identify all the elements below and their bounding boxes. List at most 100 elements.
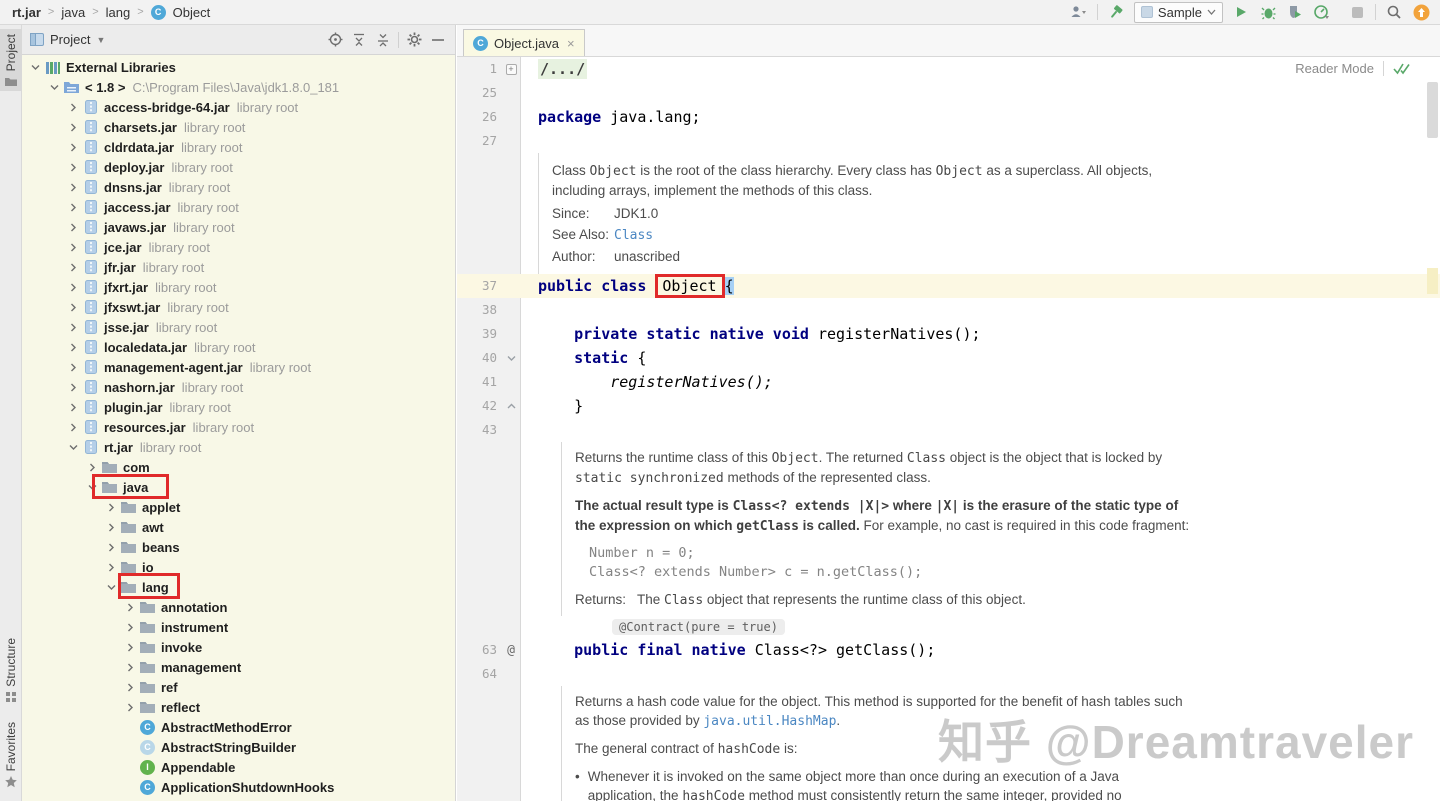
tree-item-jfxswt.jar[interactable]: jfxswt.jarlibrary root [22, 297, 455, 317]
code-line-40[interactable]: 40 static { [457, 346, 1440, 370]
tree-item-abstractmethoderror[interactable]: CAbstractMethodError [22, 717, 455, 737]
tree-toggle[interactable] [64, 362, 82, 373]
profiler-icon[interactable] [1313, 3, 1339, 21]
chevron-right-icon[interactable] [106, 502, 117, 513]
chevron-right-icon[interactable] [68, 162, 79, 173]
chevron-right-icon[interactable] [68, 202, 79, 213]
tree-toggle[interactable] [64, 182, 82, 193]
tree-item-management[interactable]: management [22, 657, 455, 677]
chevron-right-icon[interactable] [125, 702, 136, 713]
tree-toggle[interactable] [121, 622, 139, 633]
tree-item-lang[interactable]: lang [22, 577, 455, 597]
update-icon[interactable] [1412, 3, 1430, 21]
chevron-right-icon[interactable] [106, 562, 117, 573]
search-everywhere-icon[interactable] [1385, 3, 1403, 21]
chevron-down-icon[interactable]: ▼ [96, 35, 105, 45]
tree-item-abstractstringbuilder[interactable]: CAbstractStringBuilder [22, 737, 455, 757]
tree-item-io[interactable]: io [22, 557, 455, 577]
tree-item-deploy.jar[interactable]: deploy.jarlibrary root [22, 157, 455, 177]
tree-toggle[interactable] [64, 342, 82, 353]
tree-item-jsse.jar[interactable]: jsse.jarlibrary root [22, 317, 455, 337]
tree-item-localedata.jar[interactable]: localedata.jarlibrary root [22, 337, 455, 357]
tree-toggle[interactable] [64, 222, 82, 233]
tree-item-nashorn.jar[interactable]: nashorn.jarlibrary root [22, 377, 455, 397]
scrollbar-thumb[interactable] [1427, 82, 1438, 138]
chevron-right-icon[interactable] [125, 642, 136, 653]
tree-toggle[interactable] [64, 442, 82, 453]
external-annotation-icon[interactable]: @ [502, 638, 520, 662]
fold-close-icon[interactable] [502, 394, 520, 418]
build-hammer-icon[interactable] [1107, 3, 1125, 21]
user-menu-icon[interactable] [1070, 3, 1088, 21]
tool-window-structure-tab[interactable]: Structure [0, 633, 22, 708]
breadcrumb-item-java[interactable]: java [61, 5, 85, 20]
tree-toggle[interactable] [64, 202, 82, 213]
inspections-ok-icon[interactable] [1393, 62, 1410, 75]
chevron-right-icon[interactable] [87, 462, 98, 473]
chevron-right-icon[interactable] [68, 102, 79, 113]
tree-toggle[interactable] [102, 562, 120, 573]
tree-item-external-libraries[interactable]: External Libraries [22, 57, 455, 77]
expand-all-icon[interactable] [350, 31, 368, 49]
tree-item-access-bridge-64.jar[interactable]: access-bridge-64.jarlibrary root [22, 97, 455, 117]
tree-toggle[interactable] [26, 62, 44, 73]
code-line-25[interactable]: 25 [457, 81, 1440, 105]
tree-item-instrument[interactable]: instrument [22, 617, 455, 637]
tree-item-resources.jar[interactable]: resources.jarlibrary root [22, 417, 455, 437]
hide-panel-icon[interactable] [429, 31, 447, 49]
chevron-right-icon[interactable] [68, 342, 79, 353]
locate-file-icon[interactable] [326, 31, 344, 49]
tree-toggle[interactable] [64, 422, 82, 433]
tree-toggle[interactable] [102, 542, 120, 553]
tree-item-cldrdata.jar[interactable]: cldrdata.jarlibrary root [22, 137, 455, 157]
tree-toggle[interactable] [64, 322, 82, 333]
tree-item-management-agent.jar[interactable]: management-agent.jarlibrary root [22, 357, 455, 377]
tree-item-jfxrt.jar[interactable]: jfxrt.jarlibrary root [22, 277, 455, 297]
tree-toggle[interactable] [102, 522, 120, 533]
fold-expand-icon[interactable]: + [502, 57, 520, 81]
chevron-down-icon[interactable] [87, 482, 98, 493]
run-icon[interactable] [1232, 3, 1250, 21]
code-line-26[interactable]: 26package java.lang; [457, 105, 1440, 129]
code-line-63[interactable]: 63@ public final native Class<?> getClas… [457, 638, 1440, 662]
tree-toggle[interactable] [64, 282, 82, 293]
code-line-37[interactable]: 37public class Object{ [457, 274, 1440, 298]
fold-open-icon[interactable] [502, 346, 520, 370]
chevron-right-icon[interactable] [68, 302, 79, 313]
tree-toggle[interactable] [64, 302, 82, 313]
chevron-right-icon[interactable] [68, 422, 79, 433]
run-with-coverage-icon[interactable] [1286, 3, 1304, 21]
tree-item-javaws.jar[interactable]: javaws.jarlibrary root [22, 217, 455, 237]
run-configuration-select[interactable]: Sample [1134, 2, 1223, 23]
code-line-1[interactable]: 1+/.../ [457, 57, 1440, 81]
tree-toggle[interactable] [102, 502, 120, 513]
tree-toggle[interactable] [121, 682, 139, 693]
collapse-all-icon[interactable] [374, 31, 392, 49]
tree-item-beans[interactable]: beans [22, 537, 455, 557]
code-line-43[interactable]: 43 [457, 418, 1440, 442]
settings-gear-icon[interactable] [405, 31, 423, 49]
tree-item-jaccess.jar[interactable]: jaccess.jarlibrary root [22, 197, 455, 217]
tree-item-invoke[interactable]: invoke [22, 637, 455, 657]
tree-item-plugin.jar[interactable]: plugin.jarlibrary root [22, 397, 455, 417]
tree-toggle[interactable] [102, 582, 120, 593]
tree-toggle[interactable] [121, 602, 139, 613]
chevron-right-icon[interactable] [106, 522, 117, 533]
chevron-right-icon[interactable] [68, 222, 79, 233]
tree-toggle[interactable] [64, 122, 82, 133]
tree-item-rt.jar[interactable]: rt.jarlibrary root [22, 437, 455, 457]
chevron-right-icon[interactable] [68, 262, 79, 273]
tree-item-jce.jar[interactable]: jce.jarlibrary root [22, 237, 455, 257]
chevron-right-icon[interactable] [68, 322, 79, 333]
breadcrumb[interactable]: rt.jar>java>lang>CObject [0, 5, 210, 20]
chevron-right-icon[interactable] [68, 362, 79, 373]
tree-toggle[interactable] [64, 102, 82, 113]
chevron-down-icon[interactable] [68, 442, 79, 453]
tree-toggle[interactable] [64, 262, 82, 273]
chevron-right-icon[interactable] [125, 602, 136, 613]
chevron-right-icon[interactable] [125, 682, 136, 693]
chevron-down-icon[interactable] [106, 582, 117, 593]
tool-window-project-tab[interactable]: Project [0, 29, 22, 91]
chevron-right-icon[interactable] [68, 122, 79, 133]
tree-item-ref[interactable]: ref [22, 677, 455, 697]
